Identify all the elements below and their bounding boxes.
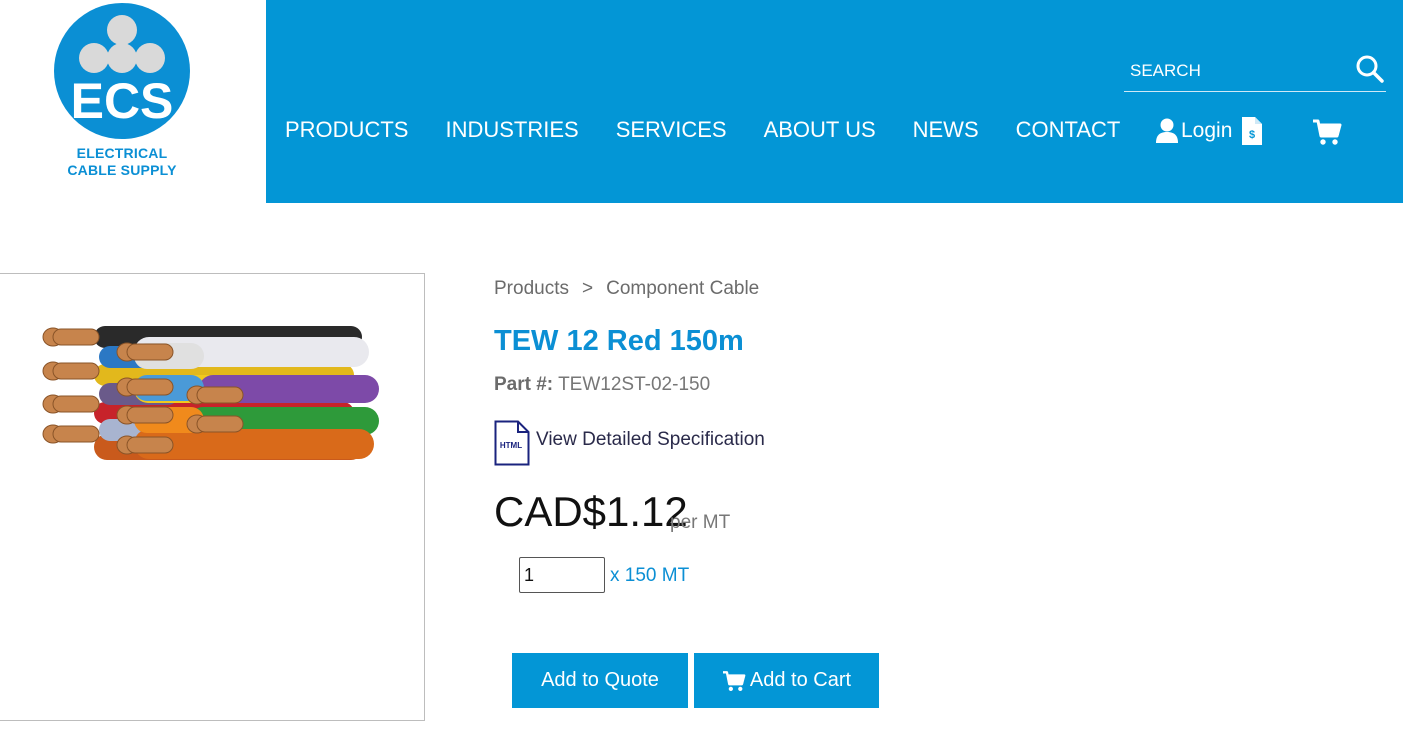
main-nav: PRODUCTS INDUSTRIES SERVICES ABOUT US NE… bbox=[285, 117, 1157, 143]
nav-industries[interactable]: INDUSTRIES bbox=[445, 117, 578, 143]
part-number: Part #: TEW12ST-02-150 bbox=[494, 374, 710, 396]
spec-link[interactable]: HTML View Detailed Specification bbox=[494, 420, 765, 466]
header-bar: PRODUCTS INDUSTRIES SERVICES ABOUT US NE… bbox=[266, 0, 1403, 203]
logo[interactable]: ECS ELECTRICAL CABLE SUPPLY bbox=[0, 0, 266, 203]
spec-link-label: View Detailed Specification bbox=[536, 429, 765, 450]
nav-news[interactable]: NEWS bbox=[913, 117, 979, 143]
breadcrumb-separator: > bbox=[581, 278, 594, 299]
add-to-quote-label: Add to Quote bbox=[541, 669, 659, 691]
cart-icon[interactable] bbox=[1312, 118, 1342, 146]
cart-icon bbox=[722, 670, 746, 691]
ecs-logo-icon: ECS bbox=[54, 3, 190, 139]
login-link[interactable]: Login bbox=[1155, 118, 1232, 144]
add-to-quote-button[interactable]: Add to Quote bbox=[512, 653, 688, 708]
add-to-cart-label: Add to Cart bbox=[749, 669, 852, 691]
html-document-icon: HTML bbox=[494, 420, 530, 466]
search-input[interactable] bbox=[1130, 58, 1350, 84]
search-box bbox=[1124, 52, 1386, 92]
nav-products[interactable]: PRODUCTS bbox=[285, 117, 408, 143]
part-label: Part #: bbox=[494, 374, 554, 395]
svg-text:HTML: HTML bbox=[500, 441, 522, 450]
nav-services[interactable]: SERVICES bbox=[616, 117, 727, 143]
price: CAD$1.12 bbox=[494, 488, 688, 535]
quantity-input[interactable] bbox=[519, 557, 605, 593]
breadcrumb-products[interactable]: Products bbox=[494, 278, 569, 300]
user-icon bbox=[1156, 118, 1178, 143]
part-value: TEW12ST-02-150 bbox=[558, 374, 711, 395]
breadcrumb-component-cable[interactable]: Component Cable bbox=[606, 278, 759, 300]
price-unit: per MT bbox=[670, 512, 731, 533]
breadcrumb: Products > Component Cable bbox=[494, 278, 759, 300]
logo-line-1: ELECTRICAL bbox=[76, 145, 168, 161]
logo-line-2: CABLE SUPPLY bbox=[67, 162, 177, 178]
cable-bundle-image bbox=[42, 326, 379, 460]
quantity-unit: x 150 MT bbox=[610, 565, 690, 586]
svg-text:ECS: ECS bbox=[71, 73, 174, 129]
quote-document-icon[interactable]: $ bbox=[1241, 116, 1263, 146]
add-to-cart-button[interactable]: Add to Cart bbox=[694, 653, 879, 708]
nav-contact[interactable]: CONTACT bbox=[1016, 117, 1121, 143]
login-label: Login bbox=[1181, 119, 1233, 142]
nav-about-us[interactable]: ABOUT US bbox=[764, 117, 876, 143]
search-icon[interactable] bbox=[1355, 54, 1385, 84]
svg-text:$: $ bbox=[1249, 129, 1255, 141]
product-title: TEW 12 Red 150m bbox=[494, 325, 744, 357]
product-image bbox=[0, 273, 425, 721]
